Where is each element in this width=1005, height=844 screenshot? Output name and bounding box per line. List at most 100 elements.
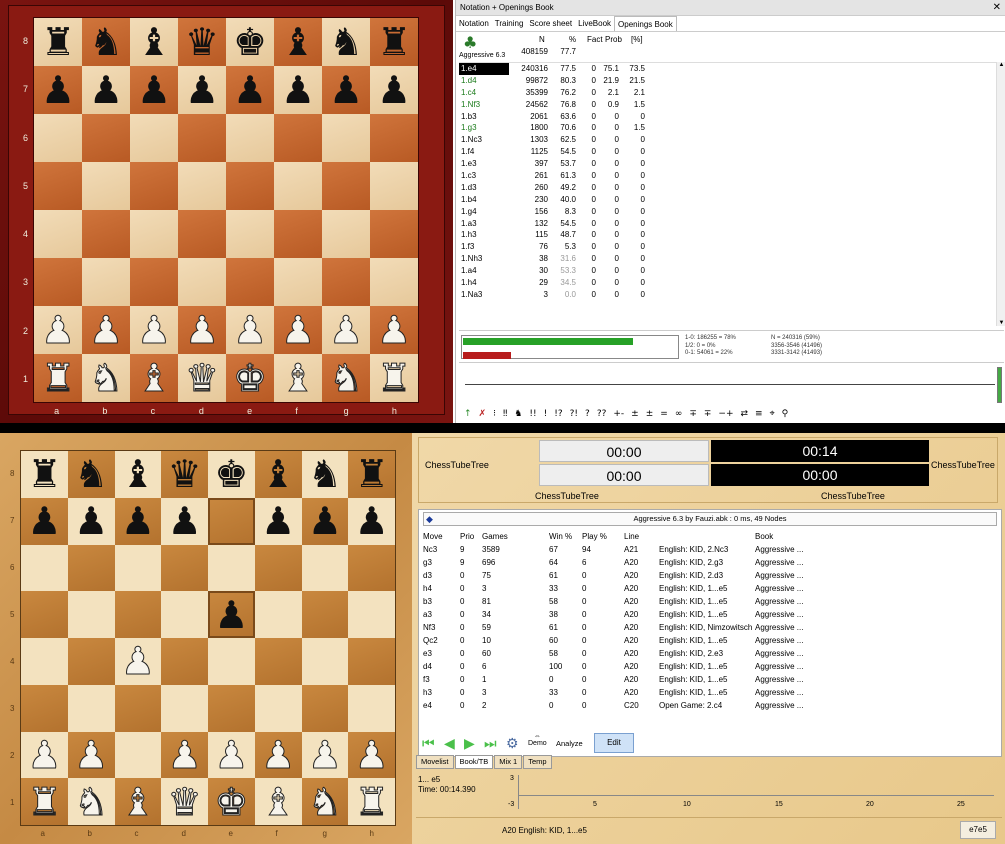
square-b5[interactable] [82, 162, 130, 210]
tab-notation[interactable]: Notation [456, 16, 492, 31]
white-pawn-icon[interactable]: ♟ [214, 735, 249, 774]
square-b8[interactable]: ♞ [67, 451, 115, 498]
white-king-icon[interactable]: ♚ [232, 359, 267, 398]
book-row[interactable]: 1.b3 2061 63.6 0 0 0 [459, 111, 999, 123]
square-e8[interactable]: ♚ [208, 451, 255, 498]
demo-button[interactable]: ⇔ Demo [528, 733, 547, 747]
square-f4[interactable] [274, 210, 322, 258]
square-f2[interactable]: ♟ [274, 306, 322, 354]
square-a7[interactable]: ♟ [34, 66, 82, 114]
tab-training[interactable]: Training [492, 16, 527, 31]
square-c6[interactable] [114, 544, 162, 592]
white-pawn-icon[interactable]: ♟ [376, 311, 411, 350]
annotation-symbol-button[interactable]: ⇄ [741, 409, 749, 419]
scroll-down-icon[interactable]: ▼ [997, 320, 1005, 326]
square-d1[interactable]: ♛ [161, 778, 208, 825]
annotation-symbol-button[interactable]: ≡ [755, 409, 763, 419]
square-c5[interactable] [114, 591, 162, 638]
last-move-icon[interactable]: ⏭ [484, 735, 497, 752]
square-d3[interactable] [178, 258, 226, 306]
square-g3[interactable] [301, 684, 349, 732]
tab-openings-book[interactable]: Openings Book [614, 16, 677, 31]
square-h6[interactable] [370, 114, 418, 162]
white-queen-icon[interactable]: ♛ [184, 359, 219, 398]
square-g8[interactable]: ♞ [322, 18, 370, 66]
book-row[interactable]: 1.a4 30 53.3 0 0 0 [459, 265, 999, 277]
square-h2[interactable]: ♟ [348, 731, 395, 779]
black-pawn-icon[interactable]: ♟ [74, 502, 108, 540]
book-row[interactable]: 1.h4 29 34.5 0 0 0 [459, 277, 999, 289]
square-e1[interactable]: ♚ [208, 778, 255, 825]
square-g5[interactable] [322, 162, 370, 210]
black-pawn-icon[interactable]: ♟ [377, 71, 411, 109]
book-row[interactable]: 1.Nc3 1303 62.5 0 0 0 [459, 134, 999, 146]
square-g4[interactable] [322, 210, 370, 258]
white-pawn-icon[interactable]: ♟ [261, 735, 296, 774]
black-queen-icon[interactable]: ♛ [168, 455, 202, 493]
book-table-row[interactable]: d4 0 6 100 0 A20 English: KID, 1...e5 Aggressiv… [419, 660, 1003, 673]
square-e6[interactable] [226, 114, 274, 162]
col-play[interactable]: Play % [582, 530, 607, 543]
white-knight-icon[interactable]: ♞ [88, 359, 123, 398]
col-win[interactable]: Win % [549, 530, 572, 543]
white-knight-icon[interactable]: ♞ [74, 782, 109, 821]
square-c7[interactable]: ♟ [130, 66, 178, 114]
square-f5[interactable] [254, 591, 302, 638]
white-rook-icon[interactable]: ♜ [354, 782, 389, 821]
square-h6[interactable] [348, 544, 395, 592]
square-g6[interactable] [301, 544, 349, 592]
square-c1[interactable]: ♝ [130, 354, 178, 402]
square-b5[interactable] [67, 591, 115, 638]
square-d5[interactable] [161, 591, 208, 638]
square-a1[interactable]: ♜ [21, 778, 68, 825]
square-e6[interactable] [208, 544, 255, 592]
book-table-row[interactable]: Nc3 9 3589 67 94 A21 English: KID, 2.Nc3 Aggres… [419, 543, 1003, 556]
black-pawn-icon[interactable]: ♟ [27, 502, 61, 540]
black-pawn-icon[interactable]: ♟ [168, 502, 202, 540]
square-a1[interactable]: ♜ [34, 354, 82, 402]
book-row[interactable]: 1.g4 156 8.3 0 0 0 [459, 206, 999, 218]
square-f3[interactable] [254, 684, 302, 732]
square-b7[interactable]: ♟ [82, 66, 130, 114]
black-pawn-icon[interactable]: ♟ [308, 502, 342, 540]
black-pawn-icon[interactable]: ♟ [355, 502, 389, 540]
book-row[interactable]: 1.h3 115 48.7 0 0 0 [459, 229, 999, 241]
square-b6[interactable] [82, 114, 130, 162]
square-h8[interactable]: ♜ [370, 18, 418, 66]
square-b4[interactable] [67, 638, 115, 685]
square-a4[interactable] [21, 638, 68, 685]
square-a8[interactable]: ♜ [21, 451, 68, 498]
first-move-icon[interactable]: ⏮ [422, 735, 435, 752]
white-bishop-icon[interactable]: ♝ [120, 782, 155, 821]
square-a5[interactable] [34, 162, 82, 210]
black-rook-icon[interactable]: ♜ [27, 455, 61, 493]
book-row[interactable]: 1.Na3 3 0.0 0 0 0 [459, 289, 999, 301]
square-e4[interactable] [208, 638, 255, 685]
square-g2[interactable]: ♟ [322, 306, 370, 354]
white-pawn-icon[interactable]: ♟ [136, 311, 171, 350]
square-h5[interactable] [348, 591, 395, 638]
book-table-row[interactable]: h4 0 3 33 0 A20 English: KID, 1...e5 Aggressive… [419, 582, 1003, 595]
white-rook-icon[interactable]: ♜ [40, 359, 75, 398]
square-c5[interactable] [130, 162, 178, 210]
square-h1[interactable]: ♜ [348, 778, 395, 825]
black-pawn-icon[interactable]: ♟ [89, 71, 123, 109]
square-c6[interactable] [130, 114, 178, 162]
col-move[interactable]: Move [423, 530, 443, 543]
square-b2[interactable]: ♟ [82, 306, 130, 354]
settings-icon[interactable]: ⚙ [506, 735, 519, 752]
square-f5[interactable] [274, 162, 322, 210]
eval-scrollbar[interactable] [997, 367, 1002, 403]
annotation-symbol-button[interactable]: ? [585, 409, 590, 419]
square-h7[interactable]: ♟ [370, 66, 418, 114]
square-e4[interactable] [226, 210, 274, 258]
square-c7[interactable]: ♟ [114, 497, 162, 545]
square-b4[interactable] [82, 210, 130, 258]
square-a6[interactable] [21, 544, 68, 592]
annotation-symbol-button[interactable]: ∓ [689, 409, 697, 419]
square-f6[interactable] [274, 114, 322, 162]
square-g3[interactable] [322, 258, 370, 306]
book-row[interactable]: 1.c3 261 61.3 0 0 0 [459, 170, 999, 182]
book-row[interactable]: 1.c4 35399 76.2 0 2.1 2.1 [459, 87, 999, 99]
book-row[interactable]: 1.f4 1125 54.5 0 0 0 [459, 146, 999, 158]
